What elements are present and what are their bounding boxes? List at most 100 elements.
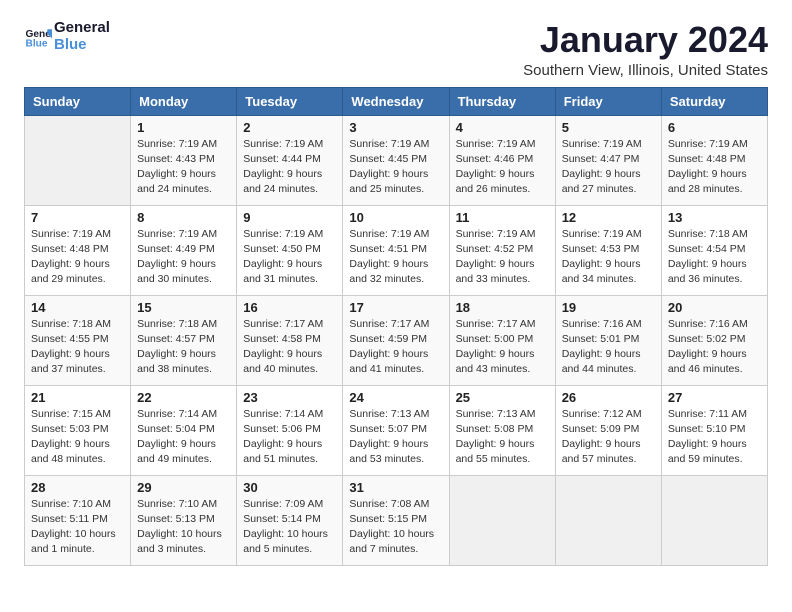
calendar-cell: 30 Sunrise: 7:09 AMSunset: 5:14 PMDayligh… [237, 475, 343, 565]
day-number: 29 [137, 480, 230, 495]
day-info: Sunrise: 7:19 AMSunset: 4:48 PMDaylight:… [668, 137, 761, 198]
weekday-header-saturday: Saturday [661, 87, 767, 115]
day-number: 9 [243, 210, 336, 225]
calendar-cell: 10 Sunrise: 7:19 AMSunset: 4:51 PMDayligh… [343, 205, 449, 295]
calendar-cell: 25Sunrise: 7:13 AMSunset: 5:08 PMDayligh… [449, 385, 555, 475]
calendar-table: SundayMondayTuesdayWednesdayThursdayFrid… [24, 87, 768, 566]
day-number: 15 [137, 300, 230, 315]
day-number: 26 [562, 390, 655, 405]
day-info: Sunrise: 7:14 AMSunset: 5:06 PMDaylight:… [243, 407, 336, 468]
day-info: Sunrise: 7:10 AMSunset: 5:11 PMDaylight:… [31, 497, 124, 558]
calendar-subtitle: Southern View, Illinois, United States [523, 62, 768, 79]
calendar-cell: 2 Sunrise: 7:19 AMSunset: 4:44 PMDaylight… [237, 115, 343, 205]
day-number: 11 [456, 210, 549, 225]
weekday-header-row: SundayMondayTuesdayWednesdayThursdayFrid… [25, 87, 768, 115]
week-row-2: 7 Sunrise: 7:19 AMSunset: 4:48 PMDaylight… [25, 205, 768, 295]
weekday-header-wednesday: Wednesday [343, 87, 449, 115]
calendar-cell: 9 Sunrise: 7:19 AMSunset: 4:50 PMDaylight… [237, 205, 343, 295]
weekday-header-monday: Monday [131, 87, 237, 115]
week-row-3: 14 Sunrise: 7:18 AMSunset: 4:55 PMDayligh… [25, 295, 768, 385]
day-info: Sunrise: 7:19 AMSunset: 4:47 PMDaylight:… [562, 137, 655, 198]
day-info: Sunrise: 7:19 AMSunset: 4:45 PMDaylight:… [349, 137, 442, 198]
day-number: 23 [243, 390, 336, 405]
calendar-cell: 15 Sunrise: 7:18 AMSunset: 4:57 PMDayligh… [131, 295, 237, 385]
calendar-cell: 19Sunrise: 7:16 AMSunset: 5:01 PMDayligh… [555, 295, 661, 385]
day-info: Sunrise: 7:18 AMSunset: 4:55 PMDaylight:… [31, 317, 124, 378]
day-info: Sunrise: 7:16 AMSunset: 5:01 PMDaylight:… [562, 317, 655, 378]
day-number: 17 [349, 300, 442, 315]
day-info: Sunrise: 7:10 AMSunset: 5:13 PMDaylight:… [137, 497, 230, 558]
calendar-cell: 23 Sunrise: 7:14 AMSunset: 5:06 PMDayligh… [237, 385, 343, 475]
calendar-cell: 6Sunrise: 7:19 AMSunset: 4:48 PMDaylight… [661, 115, 767, 205]
calendar-cell: 3Sunrise: 7:19 AMSunset: 4:45 PMDaylight… [343, 115, 449, 205]
day-number: 14 [31, 300, 124, 315]
header: General Blue General Blue January 2024 S… [24, 20, 768, 79]
day-info: Sunrise: 7:19 AMSunset: 4:50 PMDaylight:… [243, 227, 336, 288]
svg-text:Blue: Blue [26, 38, 48, 49]
day-number: 31 [349, 480, 442, 495]
day-info: Sunrise: 7:15 AMSunset: 5:03 PMDaylight:… [31, 407, 124, 468]
day-info: Sunrise: 7:17 AMSunset: 4:59 PMDaylight:… [349, 317, 442, 378]
day-number: 28 [31, 480, 124, 495]
day-info: Sunrise: 7:11 AMSunset: 5:10 PMDaylight:… [668, 407, 761, 468]
logo: General Blue General Blue [24, 20, 110, 53]
day-number: 7 [31, 210, 124, 225]
calendar-cell: 22 Sunrise: 7:14 AMSunset: 5:04 PMDayligh… [131, 385, 237, 475]
weekday-header-sunday: Sunday [25, 87, 131, 115]
day-number: 5 [562, 120, 655, 135]
day-info: Sunrise: 7:17 AMSunset: 5:00 PMDaylight:… [456, 317, 549, 378]
day-number: 12 [562, 210, 655, 225]
calendar-cell: 5 Sunrise: 7:19 AMSunset: 4:47 PMDaylight… [555, 115, 661, 205]
calendar-cell: 27 Sunrise: 7:11 AMSunset: 5:10 PMDayligh… [661, 385, 767, 475]
day-number: 27 [668, 390, 761, 405]
day-info: Sunrise: 7:19 AMSunset: 4:46 PMDaylight:… [456, 137, 549, 198]
day-info: Sunrise: 7:12 AMSunset: 5:09 PMDaylight:… [562, 407, 655, 468]
weekday-header-friday: Friday [555, 87, 661, 115]
logo-icon: General Blue [24, 23, 52, 51]
day-number: 13 [668, 210, 761, 225]
day-number: 8 [137, 210, 230, 225]
day-info: Sunrise: 7:19 AMSunset: 4:44 PMDaylight:… [243, 137, 336, 198]
calendar-cell: 21 Sunrise: 7:15 AMSunset: 5:03 PMDayligh… [25, 385, 131, 475]
day-number: 1 [137, 120, 230, 135]
day-number: 4 [456, 120, 549, 135]
day-info: Sunrise: 7:08 AMSunset: 5:15 PMDaylight:… [349, 497, 442, 558]
calendar-cell: 12 Sunrise: 7:19 AMSunset: 4:53 PMDayligh… [555, 205, 661, 295]
calendar-cell: 4 Sunrise: 7:19 AMSunset: 4:46 PMDaylight… [449, 115, 555, 205]
weekday-header-thursday: Thursday [449, 87, 555, 115]
calendar-cell: 16 Sunrise: 7:17 AMSunset: 4:58 PMDayligh… [237, 295, 343, 385]
day-info: Sunrise: 7:09 AMSunset: 5:14 PMDaylight:… [243, 497, 336, 558]
day-number: 22 [137, 390, 230, 405]
day-info: Sunrise: 7:19 AMSunset: 4:48 PMDaylight:… [31, 227, 124, 288]
calendar-cell: 26 Sunrise: 7:12 AMSunset: 5:09 PMDayligh… [555, 385, 661, 475]
day-number: 20 [668, 300, 761, 315]
week-row-5: 28 Sunrise: 7:10 AMSunset: 5:11 PMDayligh… [25, 475, 768, 565]
calendar-cell [555, 475, 661, 565]
day-info: Sunrise: 7:14 AMSunset: 5:04 PMDaylight:… [137, 407, 230, 468]
calendar-cell: 24Sunrise: 7:13 AMSunset: 5:07 PMDayligh… [343, 385, 449, 475]
calendar-cell: 14 Sunrise: 7:18 AMSunset: 4:55 PMDayligh… [25, 295, 131, 385]
calendar-cell: 11Sunrise: 7:19 AMSunset: 4:52 PMDayligh… [449, 205, 555, 295]
week-row-4: 21 Sunrise: 7:15 AMSunset: 5:03 PMDayligh… [25, 385, 768, 475]
calendar-cell: 29 Sunrise: 7:10 AMSunset: 5:13 PMDayligh… [131, 475, 237, 565]
calendar-cell: 18 Sunrise: 7:17 AMSunset: 5:00 PMDayligh… [449, 295, 555, 385]
day-info: Sunrise: 7:19 AMSunset: 4:51 PMDaylight:… [349, 227, 442, 288]
day-number: 30 [243, 480, 336, 495]
day-info: Sunrise: 7:19 AMSunset: 4:53 PMDaylight:… [562, 227, 655, 288]
day-info: Sunrise: 7:18 AMSunset: 4:57 PMDaylight:… [137, 317, 230, 378]
calendar-cell [661, 475, 767, 565]
day-info: Sunrise: 7:17 AMSunset: 4:58 PMDaylight:… [243, 317, 336, 378]
day-number: 18 [456, 300, 549, 315]
day-info: Sunrise: 7:18 AMSunset: 4:54 PMDaylight:… [668, 227, 761, 288]
day-number: 16 [243, 300, 336, 315]
day-number: 21 [31, 390, 124, 405]
calendar-cell: 13 Sunrise: 7:18 AMSunset: 4:54 PMDayligh… [661, 205, 767, 295]
day-number: 2 [243, 120, 336, 135]
calendar-cell: 17 Sunrise: 7:17 AMSunset: 4:59 PMDayligh… [343, 295, 449, 385]
calendar-cell: 1Sunrise: 7:19 AMSunset: 4:43 PMDaylight… [131, 115, 237, 205]
calendar-cell: 31 Sunrise: 7:08 AMSunset: 5:15 PMDayligh… [343, 475, 449, 565]
day-number: 25 [456, 390, 549, 405]
calendar-title: January 2024 [523, 20, 768, 60]
day-number: 10 [349, 210, 442, 225]
calendar-cell: 8Sunrise: 7:19 AMSunset: 4:49 PMDaylight… [131, 205, 237, 295]
